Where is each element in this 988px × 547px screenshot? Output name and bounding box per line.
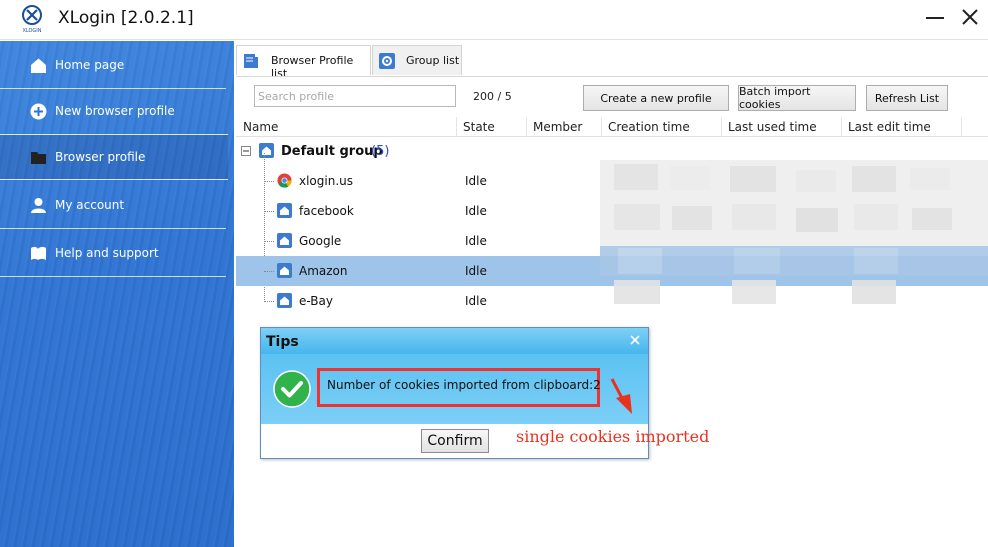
list-icon — [244, 54, 258, 68]
home-icon — [277, 263, 292, 278]
confirm-button[interactable]: Confirm — [421, 429, 489, 453]
gear-icon — [379, 53, 395, 69]
divider — [0, 276, 226, 277]
home-icon — [31, 58, 46, 73]
create-profile-button[interactable]: Create a new profile — [583, 85, 729, 111]
group-count: (5) — [371, 144, 390, 159]
search-input[interactable] — [254, 85, 456, 107]
collapse-icon[interactable] — [241, 146, 251, 156]
minimize-icon[interactable] — [922, 6, 948, 30]
annotation-text: single cookies imported — [516, 427, 710, 446]
tree-line — [264, 271, 274, 272]
dialog-header — [261, 328, 648, 354]
close-icon[interactable] — [957, 6, 983, 30]
sidebar: Home page New browser profile Browser pr… — [0, 41, 234, 547]
profile-name: facebook — [299, 204, 354, 218]
plus-circle-icon — [30, 103, 47, 119]
tree-line — [264, 181, 274, 182]
window-title: XLogin [2.0.2.1] — [58, 8, 194, 28]
home-icon — [277, 293, 292, 308]
tab-label: Group list — [406, 54, 460, 67]
user-icon — [31, 197, 46, 213]
dialog-message: Number of cookies imported from clipboar… — [327, 378, 601, 392]
home-icon — [277, 233, 292, 248]
column-header-name[interactable]: Name — [243, 120, 278, 134]
book-icon — [31, 246, 46, 260]
sidebar-item-label: Home page — [55, 58, 125, 72]
profile-count: 200 / 5 — [473, 90, 512, 103]
title-bar: XLOGIN XLogin [2.0.2.1] — [0, 0, 988, 40]
profile-state: Idle — [465, 264, 487, 278]
home-icon — [277, 203, 292, 218]
sidebar-item-label: Help and support — [55, 246, 159, 260]
batch-import-cookies-button[interactable]: Batch import cookies — [738, 85, 856, 111]
profile-name: xlogin.us — [299, 174, 354, 188]
sidebar-item-browser-profile[interactable]: Browser profile — [0, 134, 228, 180]
tab-group-list[interactable]: Group list — [372, 45, 462, 75]
profile-name: e-Bay — [299, 294, 333, 308]
logo-text: XLOGIN — [22, 28, 41, 34]
column-divider — [456, 117, 457, 137]
tree-line — [264, 211, 274, 212]
divider — [0, 228, 226, 229]
check-icon — [273, 370, 311, 408]
profile-name: Amazon — [299, 264, 348, 278]
close-icon[interactable] — [628, 333, 642, 347]
toolbar: 200 / 5 Create a new profile Batch impor… — [236, 76, 988, 116]
group-name: Default group — [281, 144, 383, 159]
tree-line — [264, 301, 274, 302]
sidebar-item-help[interactable]: Help and support — [0, 230, 228, 276]
chrome-icon — [277, 173, 292, 188]
folder-icon — [31, 151, 46, 164]
sidebar-item-my-account[interactable]: My account — [0, 182, 228, 228]
profile-state: Idle — [465, 204, 487, 218]
home-icon — [259, 143, 274, 158]
refresh-list-button[interactable]: Refresh List — [866, 85, 948, 111]
redacted-timestamps — [600, 160, 988, 304]
sidebar-item-label: New browser profile — [55, 104, 175, 118]
sidebar-item-new-browser-profile[interactable]: New browser profile — [0, 88, 228, 134]
tab-browser-profile-list[interactable]: Browser Profile list — [236, 45, 371, 80]
xlogin-logo: XLOGIN — [22, 5, 42, 34]
sidebar-item-home[interactable]: Home page — [0, 42, 228, 88]
sidebar-item-label: My account — [55, 198, 125, 212]
profile-state: Idle — [465, 174, 487, 188]
column-header-state[interactable]: State — [463, 120, 495, 134]
profile-state: Idle — [465, 234, 487, 248]
column-divider — [526, 117, 527, 137]
profile-state: Idle — [465, 294, 487, 308]
sidebar-item-label: Browser profile — [55, 150, 146, 164]
annotation-arrow-icon — [610, 378, 632, 414]
profile-name: Google — [299, 234, 342, 248]
column-header-member[interactable]: Member — [533, 120, 582, 134]
tree-line — [264, 241, 274, 242]
dialog-title: Tips — [266, 334, 299, 350]
